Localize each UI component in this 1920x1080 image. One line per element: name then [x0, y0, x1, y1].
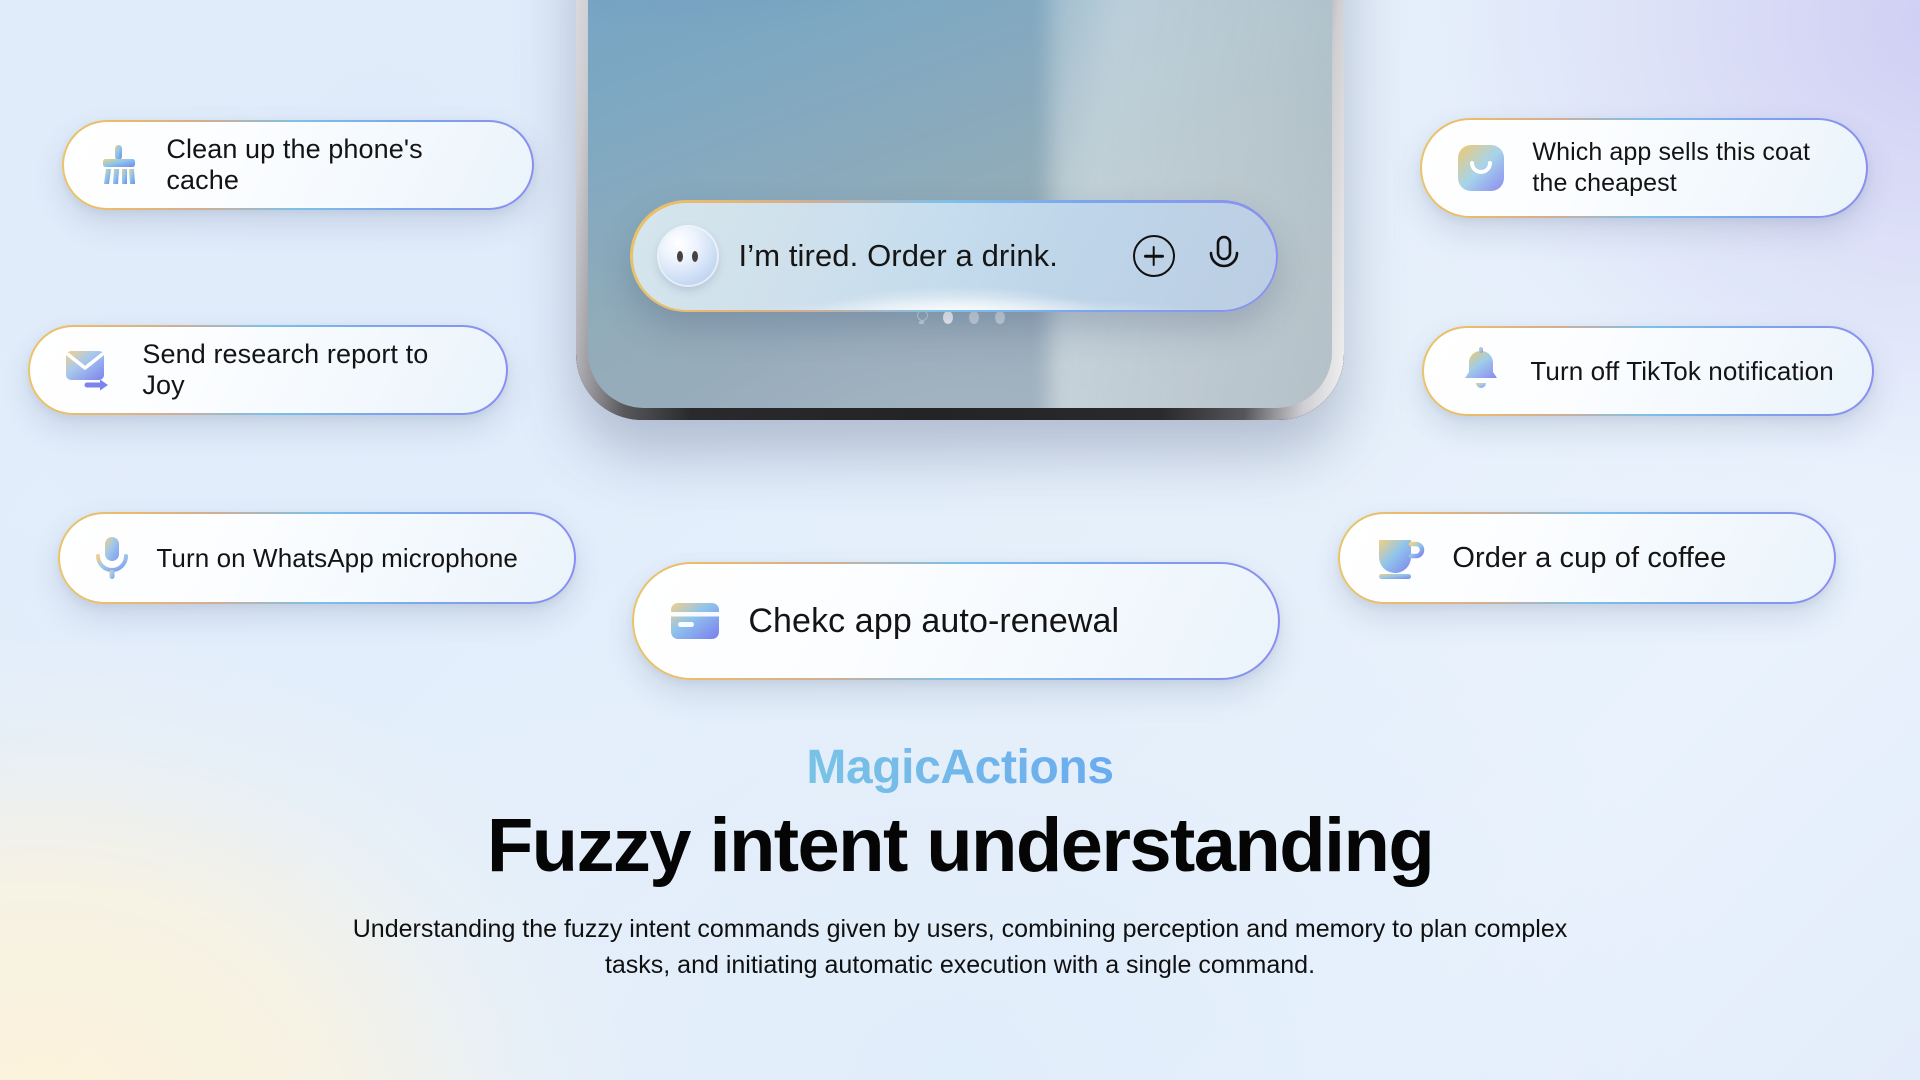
bell-icon — [1458, 347, 1504, 395]
card-label-line1: Which app sells this coat — [1532, 137, 1811, 166]
page-title: Fuzzy intent understanding — [486, 803, 1435, 888]
card-inner: Order a cup of coffee — [1340, 514, 1834, 602]
card-label: Send research report to Joy — [142, 339, 429, 400]
shopping-bag-icon — [1456, 143, 1506, 193]
credit-card-icon — [668, 598, 722, 644]
card-inner: Turn on WhatsApp microphone — [60, 514, 574, 602]
card-which-app[interactable]: Which app sells this coat the cheapest — [1420, 118, 1868, 218]
assistant-face-icon — [649, 227, 717, 285]
card-inner: Send research report to Joy — [30, 327, 506, 413]
card-inner: Turn off TikTok notification — [1424, 328, 1872, 414]
mail-forward-icon — [64, 347, 116, 393]
voice-assistant-bar[interactable]: I’m tired. Order a drink. — [630, 200, 1278, 312]
card-tiktok-notification[interactable]: Turn off TikTok notification — [1422, 326, 1874, 416]
microphone-icon[interactable] — [1202, 234, 1246, 278]
page-dot-active[interactable] — [942, 310, 953, 324]
promo-page: I’m tired. Order a drink. Clean up the p… — [0, 0, 1920, 1080]
assistant-eye-right — [692, 250, 698, 262]
card-clean-cache[interactable]: Clean up the phone's cache — [62, 120, 534, 210]
card-inner: Clean up the phone's cache — [64, 122, 532, 208]
page-dot[interactable] — [994, 310, 1005, 324]
page-description: Understanding the fuzzy intent commands … — [352, 915, 1568, 979]
card-label: Order a cup of coffee — [1452, 541, 1727, 574]
voice-assistant-inner: I’m tired. Order a drink. — [632, 202, 1276, 310]
voice-wave-graphic — [735, 269, 1199, 310]
page-dot[interactable] — [968, 310, 979, 324]
card-label: Chekc app auto-renewal — [748, 601, 1120, 640]
card-inner: Which app sells this coat the cheapest — [1422, 120, 1866, 216]
card-label: Turn on WhatsApp microphone — [156, 542, 518, 573]
assistant-eye-left — [677, 250, 683, 262]
card-coffee[interactable]: Order a cup of coffee — [1338, 512, 1836, 604]
page-indicator — [588, 310, 1332, 324]
card-check-renewal[interactable]: Chekc app auto-renewal — [632, 562, 1280, 680]
bulb-icon — [916, 310, 928, 324]
card-whatsapp-mic[interactable]: Turn on WhatsApp microphone — [58, 512, 576, 604]
card-label-line2: the cheapest — [1532, 169, 1677, 197]
broom-icon — [98, 143, 140, 187]
card-label: Which app sells this coat the cheapest — [1532, 137, 1810, 200]
card-send-report[interactable]: Send research report to Joy — [28, 325, 508, 415]
card-inner: Chekc app auto-renewal — [634, 564, 1278, 678]
card-label: Clean up the phone's cache — [166, 134, 423, 195]
microphone-icon — [94, 534, 130, 582]
card-label: Turn off TikTok notification — [1530, 355, 1834, 386]
coffee-cup-icon — [1374, 534, 1426, 582]
brand-title: MagicActions — [0, 740, 1920, 795]
